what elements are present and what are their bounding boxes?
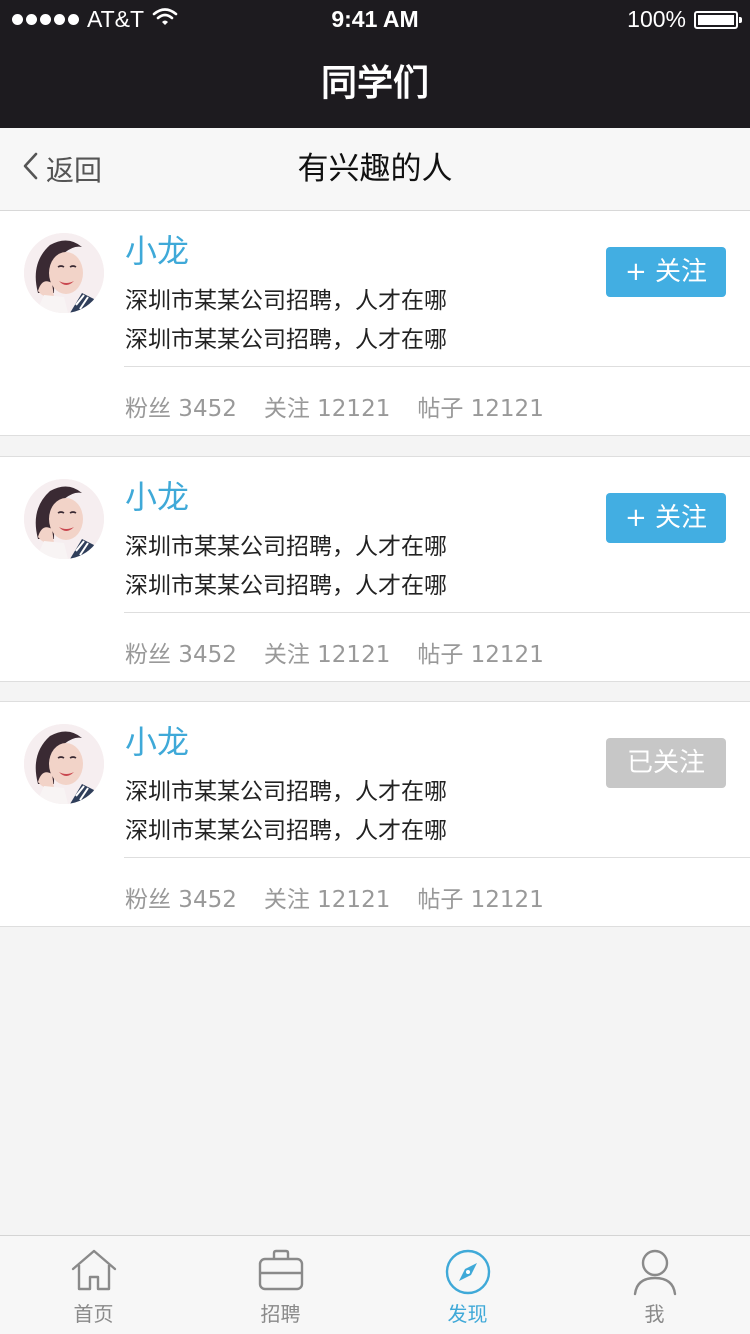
person-desc-line: 深圳市某某公司招聘，人才在哪: [125, 534, 447, 560]
battery-icon: [694, 10, 742, 29]
app-title: 同学们: [0, 40, 750, 128]
tab-bar: 首页 招聘 发现 我: [0, 1235, 750, 1334]
follow-button[interactable]: + 关注: [606, 247, 726, 297]
person-card[interactable]: 小龙 深圳市某某公司招聘，人才在哪 深圳市某某公司招聘，人才在哪 粉丝 3452…: [0, 701, 750, 927]
person-stats: 粉丝 3452 关注 12121 帖子 12121: [125, 635, 544, 669]
avatar[interactable]: [24, 233, 104, 313]
person-stats: 粉丝 3452 关注 12121 帖子 12121: [125, 389, 544, 423]
fans-count: 粉丝 3452: [125, 887, 237, 913]
posts-count: 帖子 12121: [417, 887, 544, 913]
avatar[interactable]: [24, 724, 104, 804]
fans-count: 粉丝 3452: [125, 396, 237, 422]
fans-count: 粉丝 3452: [125, 642, 237, 668]
person-desc-line: 深圳市某某公司招聘，人才在哪: [125, 818, 447, 844]
following-count: 关注 12121: [263, 396, 391, 422]
person-desc-line: 深圳市某某公司招聘，人才在哪: [125, 288, 447, 314]
battery-label: 100%: [627, 6, 686, 32]
status-bar: AT&T 9:41 AM 100%: [0, 0, 750, 40]
person-desc-line: 深圳市某某公司招聘，人才在哪: [125, 573, 447, 599]
divider: [124, 366, 750, 367]
tab-label: 我: [644, 1302, 665, 1326]
divider: [124, 612, 750, 613]
following-count: 关注 12121: [263, 887, 391, 913]
tab-home[interactable]: 首页: [0, 1236, 187, 1334]
person-desc-line: 深圳市某某公司招聘，人才在哪: [125, 327, 447, 353]
posts-count: 帖子 12121: [417, 642, 544, 668]
divider: [124, 857, 750, 858]
nav-bar: 返回 有兴趣的人: [0, 128, 750, 211]
follow-button[interactable]: + 关注: [606, 493, 726, 543]
tab-jobs[interactable]: 招聘: [187, 1236, 374, 1334]
person-card[interactable]: 小龙 深圳市某某公司招聘，人才在哪 深圳市某某公司招聘，人才在哪 粉丝 3452…: [0, 211, 750, 436]
person-card[interactable]: 小龙 深圳市某某公司招聘，人才在哪 深圳市某某公司招聘，人才在哪 粉丝 3452…: [0, 456, 750, 682]
followed-button[interactable]: 已关注: [606, 738, 726, 788]
person-desc-line: 深圳市某某公司招聘，人才在哪: [125, 779, 447, 805]
tab-label: 首页: [73, 1302, 114, 1326]
tab-label: 发现: [447, 1302, 488, 1326]
status-right: 100%: [627, 6, 742, 33]
posts-count: 帖子 12121: [417, 396, 544, 422]
tab-discover[interactable]: 发现: [374, 1236, 561, 1334]
person-name[interactable]: 小龙: [125, 226, 189, 272]
following-count: 关注 12121: [263, 642, 391, 668]
person-name[interactable]: 小龙: [125, 472, 189, 518]
page-title: 有兴趣的人: [297, 151, 453, 187]
person-stats: 粉丝 3452 关注 12121 帖子 12121: [125, 880, 544, 914]
tab-me[interactable]: 我: [561, 1236, 748, 1334]
avatar[interactable]: [24, 479, 104, 559]
tab-label: 招聘: [260, 1302, 301, 1326]
person-name[interactable]: 小龙: [125, 717, 189, 763]
